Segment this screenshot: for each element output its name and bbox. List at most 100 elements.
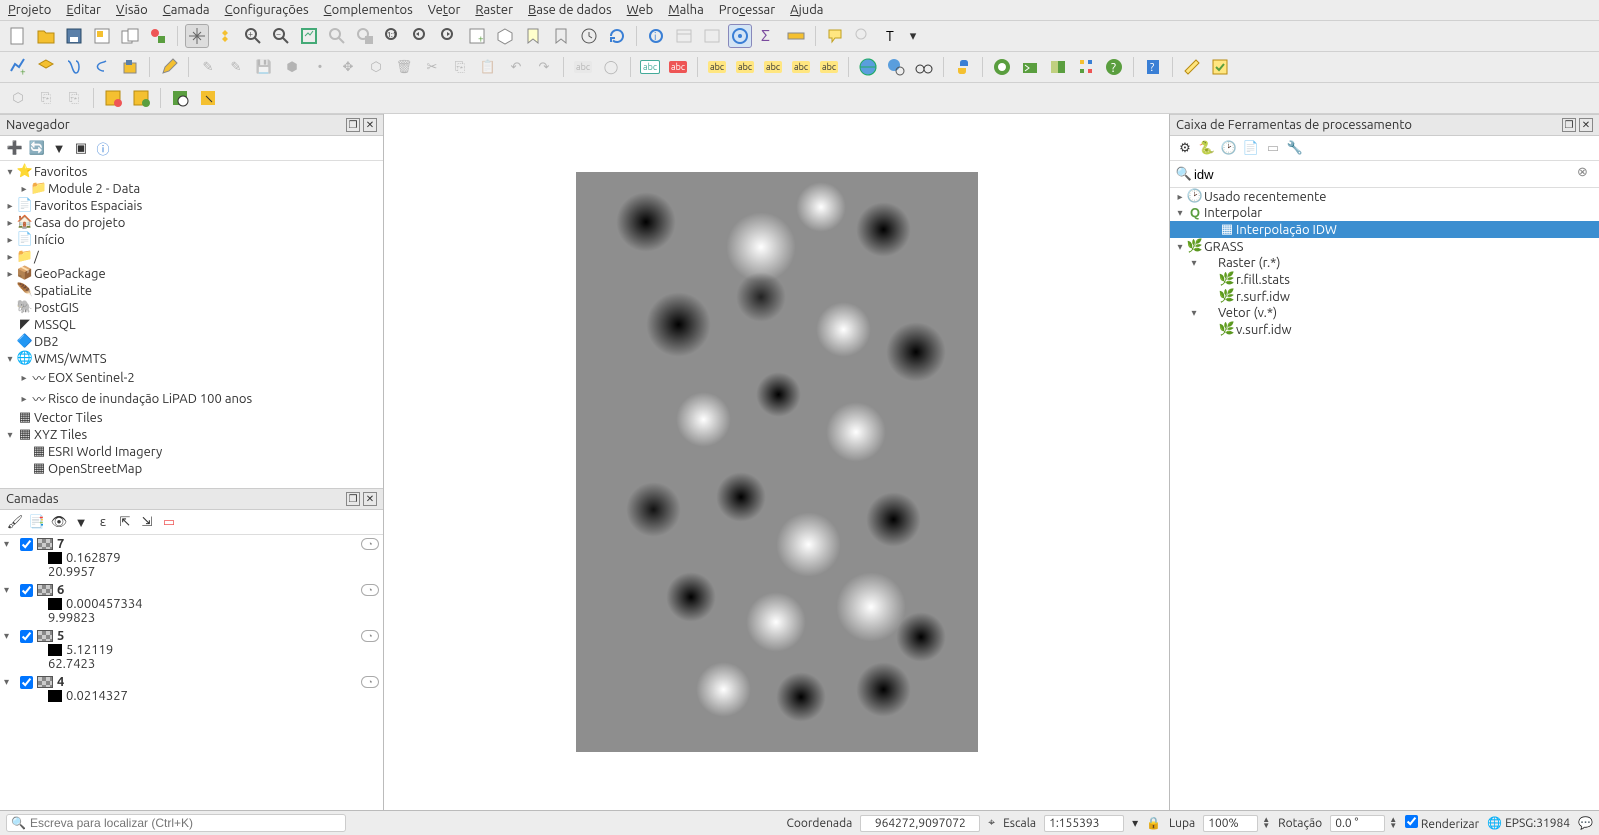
zoom-last-icon[interactable] [409,24,433,48]
browser-item[interactable]: 🔷DB2 [0,333,383,350]
add-layer-icon[interactable]: ➕ [6,139,24,157]
label-yellow-3-icon[interactable]: abc [761,55,785,79]
layer-visibility-check[interactable] [20,584,33,597]
label-yellow-4-icon[interactable]: abc [789,55,813,79]
layer-visibility-check[interactable] [20,676,33,689]
script-icon[interactable]: 🐍 [1198,139,1216,157]
identify-icon[interactable]: i [644,24,668,48]
menu-processar[interactable]: Processar [719,3,775,17]
processing-item[interactable]: ▾🌿GRASS [1170,238,1599,255]
help-green-icon[interactable]: ? [1102,55,1126,79]
new-map-icon[interactable]: + [465,24,489,48]
lupa-value[interactable]: 100% [1203,815,1258,832]
browser-item[interactable]: ▸📄Favoritos Espaciais [0,197,383,214]
zoom-out-icon[interactable]: − [269,24,293,48]
new-project-icon[interactable] [6,24,30,48]
expand-icon[interactable]: ⇱ [116,513,134,531]
browser-item[interactable]: ▸🏠Casa do projeto [0,214,383,231]
browser-item[interactable]: ◤MSSQL [0,316,383,333]
processing-tree[interactable]: ▸🕑Usado recentemente▾QInterpolar▦Interpo… [1170,188,1599,810]
browser-item[interactable]: ▦OpenStreetMap [0,460,383,477]
close-layers-icon[interactable]: ✕ [363,492,377,506]
attr-table-icon[interactable] [672,24,696,48]
props-icon[interactable]: ⓘ [94,139,112,157]
qms-icon[interactable] [1018,55,1042,79]
layer-row[interactable]: ▾ 6 ◔ [4,583,379,597]
label-red-icon[interactable]: abc [666,55,690,79]
lupa-spinner[interactable]: ▲▼ [1262,817,1270,829]
crs-button[interactable]: 🌐EPSG:31984 [1487,816,1570,830]
layer-row[interactable]: ▾ 5 ◔ [4,629,379,643]
osm-edit-icon[interactable] [196,86,220,110]
map-canvas[interactable] [384,114,1169,810]
new-geopackage-icon[interactable] [34,55,58,79]
label-yellow-5-icon[interactable]: abc [817,55,841,79]
refresh-browser-icon[interactable]: 🔄 [28,139,46,157]
pan-icon[interactable] [185,24,209,48]
processing-item[interactable]: ▾Raster (r.*) [1170,255,1599,271]
coord-value[interactable]: 964272,9097072 [860,815,980,832]
messages-icon[interactable]: 💬 [1578,816,1593,830]
zoom-in-icon[interactable]: + [241,24,265,48]
visibility-icon[interactable]: 👁 [50,513,68,531]
glasses-icon[interactable] [912,55,936,79]
layer-row[interactable]: ▾ 4 ◔ [4,675,379,689]
filter-browser-icon[interactable]: ▼ [50,139,68,157]
results-icon[interactable]: 📄 [1242,139,1260,157]
layout-manager-icon[interactable] [118,24,142,48]
processing-item[interactable]: ▾QInterpolar [1170,205,1599,221]
menu-vetor[interactable]: Vetor [428,3,461,17]
layout-icon[interactable] [90,24,114,48]
layer-visibility-check[interactable] [20,538,33,551]
remove-layer-icon[interactable]: ▭ [160,513,178,531]
new-shapefile-icon[interactable] [62,55,86,79]
menu-visao[interactable]: Visão [116,3,148,17]
filter-layers-icon[interactable]: ▼ [72,513,90,531]
toggle-edit-icon[interactable] [157,55,181,79]
processing-search-input[interactable] [1194,167,1577,182]
browser-item[interactable]: ▦ESRI World Imagery [0,443,383,460]
metasearch-icon[interactable] [856,55,880,79]
extents-icon[interactable]: ⌖ [988,816,995,830]
collapse-icon[interactable]: ▣ [72,139,90,157]
bookmarks-icon[interactable] [549,24,573,48]
menu-projeto[interactable]: Projeto [8,3,51,17]
geosearch-icon[interactable] [884,55,908,79]
layers-tree[interactable]: ▾ 7 ◔ 0.162879 20.9957 ▾ 6 ◔ 0.000457334… [0,535,383,810]
save-icon[interactable] [62,24,86,48]
style-icon[interactable]: 🖌 [6,513,24,531]
no-label-icon[interactable]: abc [638,55,662,79]
scale-value[interactable]: 1:155393 [1044,815,1124,832]
menu-raster[interactable]: Raster [475,3,513,17]
browser-tree[interactable]: ▾⭐Favoritos▸📁Module 2 - Data▸📄Favoritos … [0,161,383,488]
plugin-ruler-icon[interactable] [1180,55,1204,79]
new-3d-icon[interactable] [493,24,517,48]
browser-item[interactable]: ▦Vector Tiles [0,409,383,426]
model-icon[interactable]: ⚙ [1176,139,1194,157]
processing-item[interactable]: 🌿v.surf.idw [1170,321,1599,338]
lock-icon[interactable]: 🔒 [1146,816,1161,830]
open-icon[interactable] [34,24,58,48]
undock-proc-icon[interactable]: ❐ [1562,118,1576,132]
new-bookmark-icon[interactable] [521,24,545,48]
style-manager-icon[interactable] [146,24,170,48]
browser-item[interactable]: ▾🌐WMS/WMTS [0,350,383,367]
close-proc-icon[interactable]: ✕ [1579,118,1593,132]
close-panel-icon[interactable]: ✕ [363,118,377,132]
refresh-icon[interactable] [605,24,629,48]
options-icon[interactable]: 🔧 [1286,139,1304,157]
rot-spinner[interactable]: ▲▼ [1389,817,1397,829]
dropdown-icon[interactable]: ▾ [907,24,919,48]
layer-row[interactable]: ▾ 7 ◔ [4,537,379,551]
menu-complementos[interactable]: Complementos [324,3,413,17]
deselect-icon[interactable] [101,86,125,110]
browser-item[interactable]: ▸〰Risco de inundação LiPAD 100 anos [0,388,383,409]
menu-base[interactable]: Base de dados [528,3,612,17]
browser-item[interactable]: ▾▦XYZ Tiles [0,426,383,443]
processing-item[interactable]: 🌿r.surf.idw [1170,288,1599,305]
browser-item[interactable]: ▾⭐Favoritos [0,163,383,180]
locator-input[interactable] [30,816,341,830]
undock-icon[interactable]: ❐ [346,118,360,132]
processing-item[interactable]: ▦Interpolação IDW [1170,221,1599,238]
quickosm-icon[interactable] [990,55,1014,79]
